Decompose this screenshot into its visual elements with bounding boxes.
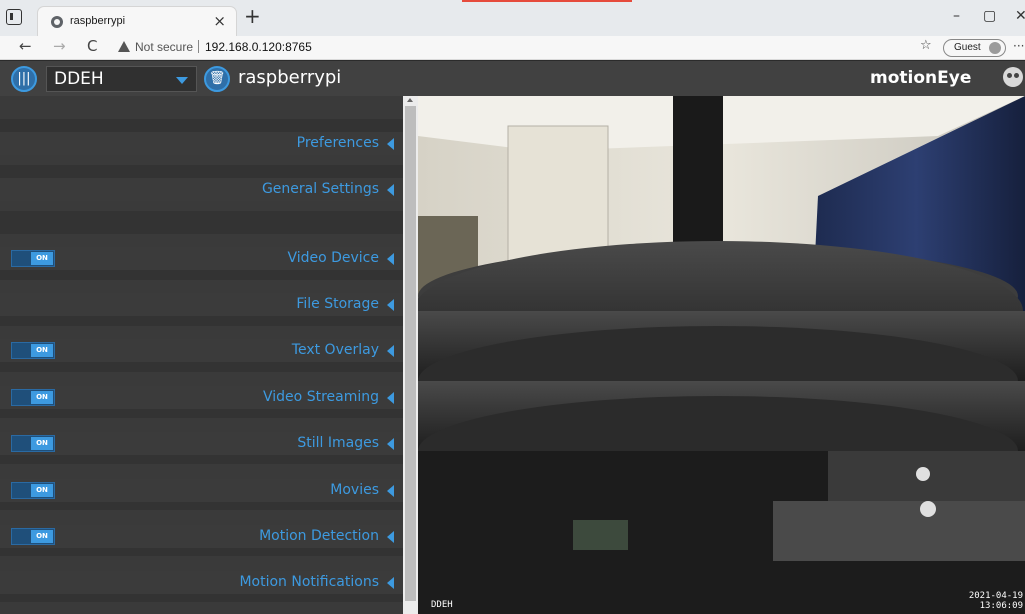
expand-arrow-icon[interactable] — [387, 253, 394, 265]
settings-toggle-button[interactable]: ||| — [11, 66, 37, 92]
address-separator — [198, 40, 199, 53]
security-label[interactable]: Not secure — [135, 40, 193, 54]
section-label[interactable]: Movies — [330, 482, 379, 498]
settings-section-row[interactable]: ON Video Device — [0, 247, 403, 270]
address-bar[interactable]: 192.168.0.120:8765 — [205, 40, 312, 54]
overlay-time: 13:06:09 — [979, 601, 1023, 611]
camera-select-value: DDEH — [54, 69, 104, 89]
toggle-knob: ON — [31, 484, 53, 497]
section-label[interactable]: Motion Notifications — [239, 574, 379, 590]
section-label[interactable]: Still Images — [297, 435, 379, 451]
browser-tab[interactable]: raspberrypi × — [37, 6, 237, 36]
expand-arrow-icon[interactable] — [387, 531, 394, 543]
settings-section-row[interactable]: Motion Notifications — [0, 571, 403, 594]
section-label[interactable]: Preferences — [297, 135, 379, 151]
overlay-camera-name: DDEH — [431, 600, 453, 610]
toggle-knob: ON — [31, 391, 53, 404]
row-stripe — [0, 211, 403, 234]
expand-arrow-icon[interactable] — [387, 577, 394, 589]
favorites-icon[interactable]: ☆ — [920, 38, 932, 53]
camera-frame[interactable]: DDEH 2021-04-19 13:06:09 — [418, 96, 1025, 614]
motioneye-header: ||| DDEH 🗑 raspberrypi motionEye — [0, 61, 1025, 96]
settings-section-row[interactable]: Preferences — [0, 132, 403, 155]
new-tab-button[interactable]: + — [244, 4, 261, 28]
remove-camera-button[interactable]: 🗑 — [204, 66, 230, 92]
camera-select[interactable]: DDEH — [46, 66, 197, 92]
section-toggle-switch[interactable]: ON — [11, 435, 55, 452]
minimize-button[interactable]: – — [953, 8, 960, 24]
section-toggle-switch[interactable]: ON — [11, 250, 55, 267]
settings-section-row[interactable]: General Settings — [0, 178, 403, 201]
section-toggle-switch[interactable]: ON — [11, 482, 55, 499]
warning-icon[interactable] — [118, 41, 130, 52]
reload-button[interactable]: C — [87, 37, 97, 55]
expand-arrow-icon[interactable] — [387, 184, 394, 196]
expand-arrow-icon[interactable] — [387, 392, 394, 404]
close-window-button[interactable]: ✕ — [1015, 8, 1025, 24]
toggle-knob: ON — [31, 252, 53, 265]
tab-close-icon[interactable]: × — [213, 12, 226, 30]
expand-arrow-icon[interactable] — [387, 345, 394, 357]
chevron-down-icon — [176, 77, 188, 84]
settings-section-row[interactable]: ON Text Overlay — [0, 339, 403, 362]
forward-button[interactable]: → — [53, 37, 66, 55]
overlay-date: 2021-04-19 — [968, 591, 1023, 601]
section-label[interactable]: Video Device — [287, 250, 379, 266]
toggle-knob: ON — [31, 344, 53, 357]
overlay-timestamp: 2021-04-19 13:06:09 — [969, 591, 1023, 611]
expand-arrow-icon[interactable] — [387, 485, 394, 497]
expand-arrow-icon[interactable] — [387, 438, 394, 450]
settings-panel: Preferences General Settings ON Video Devic… — [0, 96, 418, 614]
section-toggle-switch[interactable]: ON — [11, 528, 55, 545]
scroll-up-icon[interactable] — [407, 98, 413, 102]
row-stripe — [0, 602, 403, 614]
tab-actions-icon[interactable] — [6, 9, 22, 25]
settings-section-row[interactable]: File Storage — [0, 293, 403, 316]
more-menu-button[interactable]: ··· — [1013, 39, 1024, 53]
settings-section-row[interactable]: ON Still Images — [0, 432, 403, 455]
section-label[interactable]: Motion Detection — [259, 528, 379, 544]
section-label[interactable]: General Settings — [262, 181, 379, 197]
settings-section-row[interactable]: ON Video Streaming — [0, 386, 403, 409]
section-toggle-switch[interactable]: ON — [11, 342, 55, 359]
back-button[interactable]: ← — [19, 37, 32, 55]
section-label[interactable]: Video Streaming — [263, 389, 379, 405]
browser-tab-bar: raspberrypi × + – ▢ ✕ — [0, 0, 1025, 36]
toggle-knob: ON — [31, 437, 53, 450]
row-stripe — [0, 96, 403, 119]
tab-title: raspberrypi — [70, 15, 126, 27]
tab-accent-line — [462, 0, 632, 2]
settings-bars-icon: ||| — [17, 71, 31, 86]
settings-section-row[interactable]: ON Motion Detection — [0, 525, 403, 548]
section-label[interactable]: Text Overlay — [292, 342, 379, 358]
profile-label: Guest — [954, 42, 981, 53]
settings-section-row[interactable]: ON Movies — [0, 479, 403, 502]
expand-arrow-icon[interactable] — [387, 299, 394, 311]
camera-image — [418, 96, 1025, 614]
avatar-icon — [989, 42, 1001, 54]
scroll-thumb[interactable] — [405, 106, 416, 601]
expand-arrow-icon[interactable] — [387, 138, 394, 150]
section-toggle-switch[interactable]: ON — [11, 389, 55, 406]
toggle-knob: ON — [31, 530, 53, 543]
maximize-button[interactable]: ▢ — [983, 8, 996, 24]
brand-title: motionEye — [870, 68, 972, 88]
browser-toolbar: ← → C Not secure 192.168.0.120:8765 ☆ Gu… — [0, 36, 1025, 60]
profile-button[interactable]: Guest — [943, 39, 1006, 57]
trash-icon: 🗑 — [208, 71, 226, 86]
motioneye-logo-icon[interactable] — [1003, 67, 1023, 87]
settings-scrollbar[interactable] — [403, 96, 418, 614]
camera-name: raspberrypi — [238, 67, 342, 88]
favicon-icon — [51, 16, 63, 28]
settings-list: Preferences General Settings ON Video Devic… — [0, 96, 403, 614]
section-label[interactable]: File Storage — [296, 296, 379, 312]
